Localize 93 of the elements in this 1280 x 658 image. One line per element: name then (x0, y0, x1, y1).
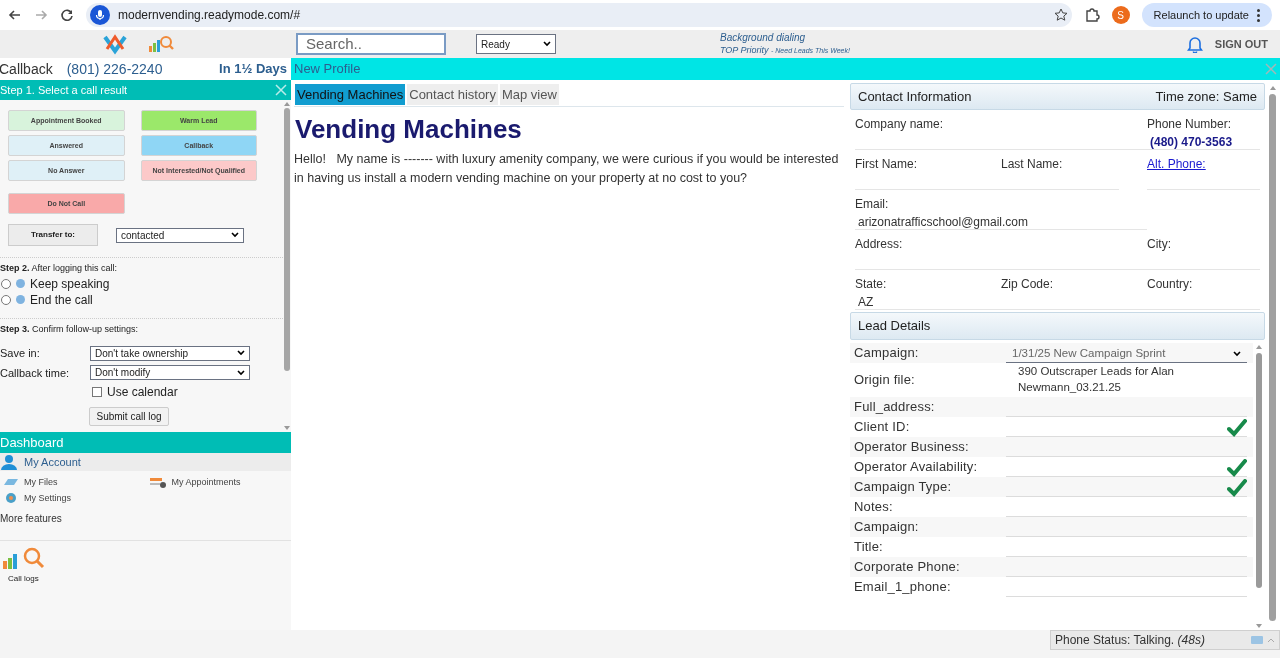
checkmark-icon (1227, 458, 1247, 477)
lead-field-label: Operator Availability: (854, 459, 978, 475)
callback-time-select[interactable]: Don't modify (90, 365, 250, 381)
field-label: Last Name: (1001, 157, 1063, 171)
chart-search-icon[interactable] (148, 34, 174, 54)
submit-call-log-button[interactable]: Submit call log (89, 407, 169, 426)
field-label: Country: (1147, 277, 1193, 291)
field-label: First Name: (855, 157, 917, 171)
callback-phone: (801) 226-2240 (66, 59, 163, 79)
lead-field-label: Origin file: (854, 372, 915, 388)
forward-icon[interactable] (34, 8, 48, 22)
transfer-select[interactable]: contacted (116, 227, 244, 243)
bell-icon[interactable] (1186, 35, 1203, 53)
dashboard-link[interactable]: My Appointments (147, 476, 291, 490)
person-icon (0, 454, 18, 470)
field-label: City: (1147, 237, 1171, 251)
relaunch-button[interactable]: Relaunch to update (1141, 3, 1272, 27)
notice-text: Background dialing (720, 31, 807, 44)
tab[interactable]: Contact history (407, 84, 498, 105)
back-icon[interactable] (8, 8, 22, 22)
checkmark-icon (1227, 418, 1247, 437)
state-value: AZ (858, 294, 875, 311)
dashboard-title: Dashboard (0, 433, 64, 452)
alt-phone-link[interactable]: Alt. Phone: (1147, 157, 1206, 171)
callback-time: In 1½ Days (219, 60, 287, 79)
chevron-down-icon (1233, 350, 1241, 357)
chevron-down-icon (237, 350, 245, 357)
phone-number[interactable]: (480) 470-3563 (1150, 133, 1260, 151)
step-title: Step 1. Select a call result (0, 82, 128, 98)
logo-icon (102, 33, 128, 55)
more-features-heading: More features (0, 512, 63, 526)
chevron-down-icon (237, 369, 245, 376)
microphone-icon (90, 5, 110, 25)
checkmark-icon (1227, 478, 1247, 497)
puzzle-icon[interactable] (1083, 7, 1100, 23)
field-label: Email: (855, 196, 890, 213)
lead-field-label: Email_1_phone: (854, 579, 951, 595)
step3-text: Step 3. Confirm follow-up settings: (0, 322, 140, 336)
time-zone-text: Time zone: Same (1155, 87, 1257, 106)
lead-field-label: Client ID: (854, 419, 910, 435)
reload-icon[interactable] (60, 8, 74, 22)
lead-field-label: Notes: (854, 499, 893, 515)
lead-field-label: Campaign Type: (854, 479, 952, 495)
phone-status-text: Phone Status: Talking. (48s) (1055, 632, 1205, 649)
radio-button[interactable] (1, 294, 11, 305)
tab[interactable]: Map view (499, 84, 559, 105)
caret-up-icon[interactable] (1267, 637, 1275, 643)
dashboard-link[interactable]: My Settings (4, 491, 148, 505)
tab[interactable]: Vending Machines (295, 84, 406, 105)
lead-field-label: Campaign: (854, 519, 919, 535)
step2-text: Step 2. After logging this call: (0, 262, 119, 275)
chevron-down-icon (543, 41, 551, 47)
field-label: Address: (855, 237, 903, 251)
voicemail-icon (1251, 636, 1263, 644)
origin-file-value: 390 Outscraper Leads for Alan Newmann_03.21.25 (1017, 364, 1175, 395)
gear-icon (4, 492, 18, 505)
status-select[interactable]: Ready (476, 34, 556, 54)
section-title: Contact Information (858, 87, 972, 106)
radio-label: Keep speaking (30, 275, 110, 292)
callback-label: Callback (0, 59, 53, 79)
chevron-down-icon (231, 232, 239, 238)
email-value: arizonatrafficschool@gmail.com (858, 214, 1030, 231)
lead-field-label: Full_address: (854, 399, 935, 415)
lead-field-label: Corporate Phone: (854, 559, 960, 575)
callback-time-label: Callback time: (0, 365, 71, 381)
close-icon[interactable] (1265, 63, 1277, 75)
dashboard-link[interactable]: My Files (4, 476, 148, 490)
field-label: Company name: (855, 117, 944, 131)
section-title: Lead Details (858, 317, 931, 336)
calendar-icon (149, 477, 166, 488)
use-calendar-checkbox[interactable]: Use calendar (92, 383, 283, 401)
script-text: Hello! My name is ------- with luxury amenity company, we were curious if you would be interested in having us install a modern vending machine on your property at no cost to you? (294, 151, 840, 187)
lead-field-label: Operator Business: (854, 439, 969, 455)
lead-field-label: Campaign: (854, 345, 919, 361)
lead-field-label: Title: (854, 539, 883, 555)
save-in-select[interactable]: Don't take ownership (90, 345, 250, 361)
sign-out-button[interactable]: SIGN OUT (1214, 35, 1268, 53)
field-label: Zip Code: (1001, 277, 1054, 291)
address-bar[interactable]: modernvending.readymode.com/# (86, 3, 1072, 27)
search-field[interactable]: Search.. (296, 33, 446, 55)
field-label: Phone Number: (1147, 116, 1233, 133)
star-icon[interactable] (1053, 8, 1068, 22)
url-text: modernvending.readymode.com/# (118, 7, 302, 24)
transfer-button[interactable]: Transfer to: (8, 224, 98, 246)
save-in-label: Save in: (0, 346, 41, 361)
script-title: Vending Machines (295, 113, 523, 146)
radio-button[interactable] (1, 278, 11, 289)
folder-icon (4, 478, 18, 487)
field-label: State: (855, 276, 888, 293)
radio-label: End the call (30, 291, 93, 308)
profile-title: New Profile (294, 60, 361, 79)
call-logs-link[interactable]: Call logs (8, 573, 39, 585)
my-account-link[interactable]: My Account (24, 453, 81, 471)
